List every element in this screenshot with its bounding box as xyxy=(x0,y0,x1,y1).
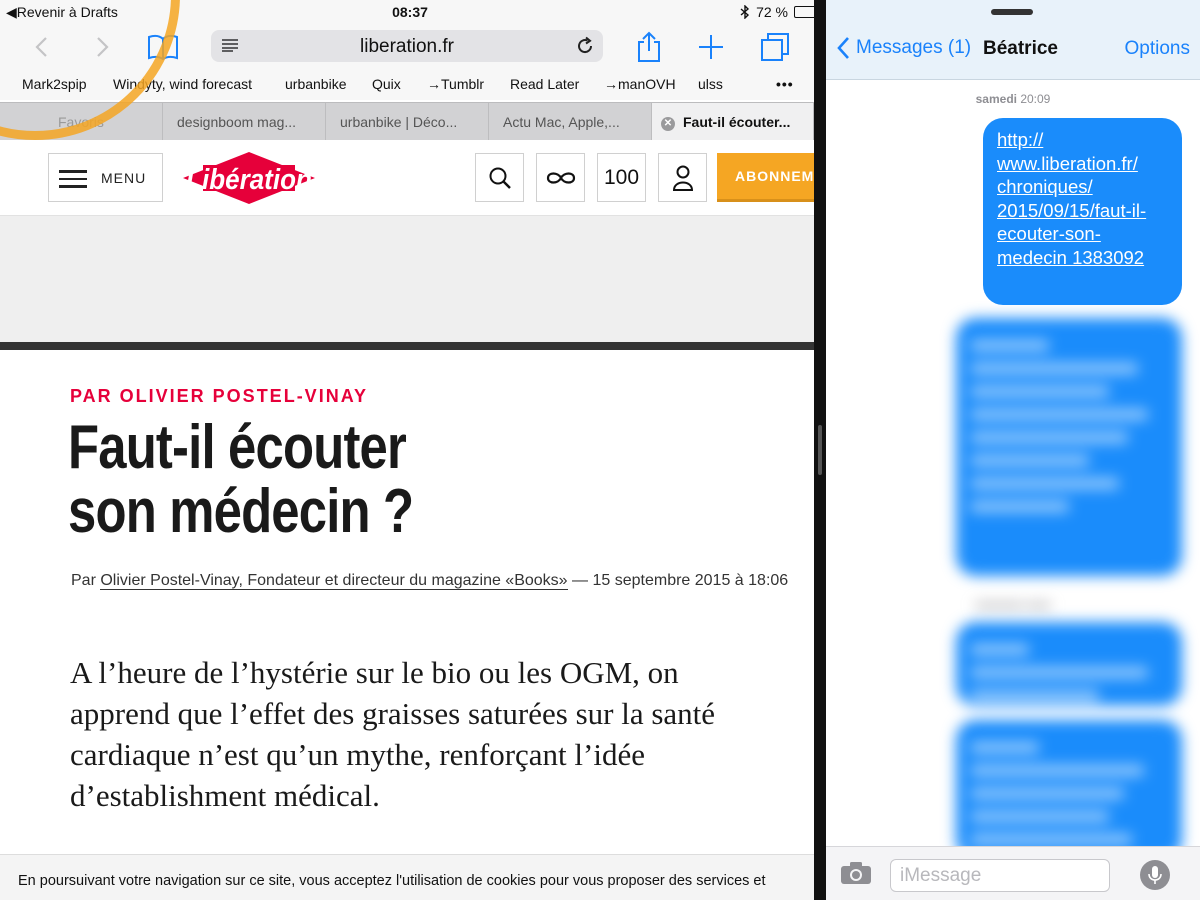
chevron-right-icon xyxy=(97,37,109,57)
share-icon xyxy=(638,31,660,62)
more-bookmarks-icon[interactable]: ••• xyxy=(776,76,794,92)
article-date: — 15 septembre 2015 à 18:06 xyxy=(572,572,789,589)
tab-title: Favoris xyxy=(58,114,104,130)
messages-nav-bar: Messages (1) Béatrice Options xyxy=(826,0,1200,80)
bookmark-ulss[interactable]: ulss xyxy=(698,76,723,92)
article-kicker[interactable]: PAR OLIVIER POSTEL-VINAY xyxy=(70,386,368,407)
chevron-left-icon xyxy=(35,37,47,57)
bookmarks-button[interactable] xyxy=(146,30,180,64)
tab-bar: Favoris designboom mag... urbanbike | Dé… xyxy=(0,102,814,141)
plus-icon xyxy=(699,35,723,59)
bookmarks-bar: Mark2spip Windyty, wind forecast urbanbi… xyxy=(0,70,814,100)
search-button[interactable] xyxy=(475,153,524,202)
menu-button[interactable]: MENU xyxy=(48,153,163,202)
new-tab-button[interactable] xyxy=(694,30,728,64)
infinity-button[interactable] xyxy=(536,153,585,202)
forward-button[interactable] xyxy=(86,30,120,64)
search-icon xyxy=(489,167,511,189)
conversation-title: Béatrice xyxy=(983,38,1058,59)
close-tab-icon[interactable]: ✕ xyxy=(661,117,675,131)
menu-label: MENU xyxy=(101,170,147,186)
timestamp-time: 20:09 xyxy=(1020,92,1051,106)
split-view-divider[interactable] xyxy=(814,0,826,900)
bookmark-mark2spip[interactable]: Mark2spip xyxy=(22,76,87,92)
article: PAR OLIVIER POSTEL-VINAY Faut-il écouter… xyxy=(0,350,814,860)
tab-urbanbike[interactable]: urbanbike | Déco... xyxy=(326,103,489,141)
address-bar[interactable]: liberation.fr xyxy=(211,30,603,62)
article-headline: Faut-il écouter son médecin ? xyxy=(68,416,445,544)
messages-back-button[interactable]: Messages (1) xyxy=(836,36,971,60)
safari-toolbar: liberation.fr xyxy=(0,24,814,70)
account-button[interactable] xyxy=(658,153,707,202)
meta-prefix: Par xyxy=(71,572,96,589)
user-icon xyxy=(672,165,693,191)
message-bubble-blurred xyxy=(956,318,1182,576)
chevron-left-icon xyxy=(837,37,849,59)
messages-back-label: Messages (1) xyxy=(856,37,972,58)
microphone-button[interactable] xyxy=(1140,860,1170,890)
tab-title: designboom mag... xyxy=(177,114,297,130)
message-timestamp-blurred: ▬▬▬▬ ▬▬ xyxy=(975,596,1051,610)
bookmark-read-later[interactable]: Read Later xyxy=(510,76,579,92)
headline-line-1: Faut-il écouter xyxy=(68,413,407,482)
status-bar: ◀Revenir à Drafts 08:37 72 % xyxy=(0,0,814,24)
status-time: 08:37 xyxy=(392,4,428,20)
article-lead: A l’heure de l’hystérie sur le bio ou le… xyxy=(70,655,716,813)
cookie-banner: En poursuivant votre navigation sur ce s… xyxy=(0,854,814,900)
infinity-icon xyxy=(546,171,575,184)
bookmark-tumblr[interactable]: →Tumblr xyxy=(427,76,484,92)
share-button[interactable] xyxy=(632,30,666,64)
tab-actu-mac[interactable]: Actu Mac, Apple,... xyxy=(489,103,652,141)
divider-grip[interactable] xyxy=(818,425,822,475)
timestamp-day: samedi xyxy=(975,92,1017,106)
message-link[interactable]: http://www.liberation.fr/chroniques/2015… xyxy=(997,129,1146,268)
bookmark-quix[interactable]: Quix xyxy=(372,76,401,92)
safari-pane: ◀Revenir à Drafts 08:37 72 % liberation.… xyxy=(0,0,814,900)
article-divider xyxy=(0,342,814,350)
bluetooth-icon xyxy=(740,5,750,19)
battery-percent: 72 % xyxy=(756,4,788,20)
tabs-overview-button[interactable] xyxy=(758,30,792,64)
imessage-input[interactable]: iMessage xyxy=(890,859,1110,892)
message-bubble-blurred xyxy=(956,622,1182,706)
counter-button[interactable]: 100 xyxy=(597,153,646,202)
slide-over-handle[interactable] xyxy=(991,9,1033,15)
tab-title: Faut-il écouter... xyxy=(683,114,791,130)
message-bubble-blurred xyxy=(956,720,1182,860)
url-text: liberation.fr xyxy=(360,36,454,57)
tab-favoris[interactable]: Favoris xyxy=(0,103,163,141)
tab-active-article[interactable]: ✕ Faut-il écouter... xyxy=(652,103,814,141)
message-timestamp: samedi 20:09 xyxy=(826,92,1200,106)
messages-pane: Messages (1) Béatrice Options samedi 20:… xyxy=(826,0,1200,900)
microphone-icon xyxy=(1148,866,1162,884)
tab-title: Actu Mac, Apple,... xyxy=(503,114,620,130)
battery-icon xyxy=(794,6,814,18)
camera-icon[interactable] xyxy=(840,861,872,885)
bookmark-manovh[interactable]: →manOVH xyxy=(604,76,676,92)
counter-label: 100 xyxy=(603,165,640,189)
ipad-split-view: ◀Revenir à Drafts 08:37 72 % liberation.… xyxy=(0,0,1200,900)
liberation-logo[interactable]: Libération xyxy=(183,152,315,204)
bookmark-urbanbike[interactable]: urbanbike xyxy=(285,76,347,92)
tabs-icon xyxy=(761,33,789,61)
tab-designboom[interactable]: designboom mag... xyxy=(163,103,326,141)
status-right: 72 % xyxy=(740,4,814,20)
hamburger-icon xyxy=(59,170,87,193)
article-meta: Par Olivier Postel-Vinay, Fondateur et d… xyxy=(71,568,791,594)
options-button[interactable]: Options xyxy=(1125,38,1190,60)
headline-line-2: son médecin ? xyxy=(68,477,414,546)
tab-title: urbanbike | Déco... xyxy=(340,114,458,130)
cookie-text: En poursuivant votre navigation sur ce s… xyxy=(18,873,766,889)
logo-text: Libération xyxy=(186,163,312,195)
reload-icon[interactable] xyxy=(575,36,595,56)
ad-placeholder xyxy=(0,216,814,342)
message-input-bar: iMessage xyxy=(826,846,1200,900)
site-header: MENU Libération 100 ABONNEMENT xyxy=(0,140,814,216)
message-bubble-link[interactable]: http://www.liberation.fr/chroniques/2015… xyxy=(983,118,1182,305)
subscribe-button[interactable]: ABONNEMENT xyxy=(717,153,814,202)
bookmark-windyty[interactable]: Windyty, wind forecast xyxy=(113,76,252,92)
book-icon xyxy=(148,34,178,61)
back-button[interactable] xyxy=(24,30,58,64)
author-link[interactable]: Olivier Postel-Vinay, Fondateur et direc… xyxy=(100,572,568,590)
